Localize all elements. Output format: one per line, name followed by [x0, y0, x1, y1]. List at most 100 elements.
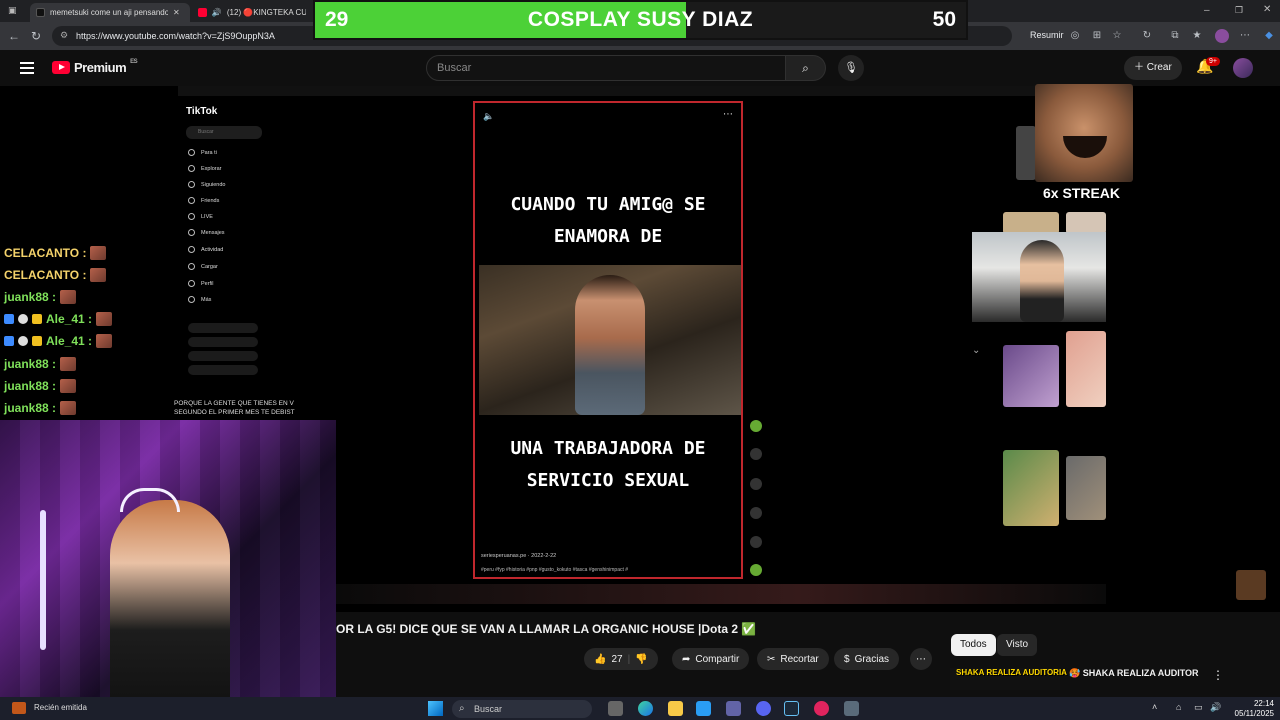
embedded-browser-strip — [178, 86, 1038, 96]
profile-icon[interactable] — [1215, 29, 1229, 43]
back-icon[interactable]: ← — [6, 28, 22, 44]
sub-badge-icon — [18, 314, 28, 324]
thanks-button[interactable]: $ Gracias — [834, 648, 900, 670]
thumbnail — [1066, 456, 1106, 520]
prime-badge-icon — [4, 336, 14, 346]
windows-start-icon[interactable] — [428, 701, 443, 716]
maximize-icon[interactable]: ❐ — [1235, 5, 1243, 16]
edge-icon[interactable] — [638, 701, 653, 716]
home-icon — [188, 149, 195, 156]
tab-list-icon[interactable]: ▣ — [8, 5, 17, 16]
translate-icon[interactable]: ◎ — [1068, 29, 1082, 43]
copilot-icon[interactable]: ◆ — [1262, 29, 1276, 43]
video-caption: seriesperuanas.pe · 2022-2-22 — [481, 553, 557, 559]
menu-icon[interactable] — [20, 62, 34, 77]
favorites-icon[interactable]: ★ — [1190, 29, 1204, 43]
upload-icon — [188, 263, 195, 270]
chip-watched[interactable]: Visto — [997, 634, 1038, 656]
wifi-icon[interactable]: ▭ — [1194, 702, 1203, 713]
video-title: OR LA G5! DICE QUE SE VAN A LLAMAR LA OR… — [336, 622, 757, 636]
thumbnail — [1003, 345, 1059, 407]
youtube-logo[interactable]: Premium ES — [52, 59, 138, 75]
system-clock[interactable]: 22:14 05/11/2025 — [1235, 699, 1274, 719]
meme-bottom-text: UNA TRABAJADORA DE SERVICIO SEXUAL — [510, 438, 706, 491]
bookmark-star-icon[interactable]: ☆ — [1110, 29, 1124, 43]
recommended-title[interactable]: 🥵 SHAKA REALIZA AUDITORIA "IDEAS PARA — [1069, 668, 1199, 679]
youtube-header: Premium ES Buscar ⌕ 🎙 ＋ Crear 🔔 9+ — [0, 50, 1280, 86]
video-hashtags: #peru #fyp #historia #pnp #gusto_kokuto … — [481, 567, 629, 573]
discord-icon[interactable] — [756, 701, 771, 716]
network-icon[interactable]: ⌂ — [1176, 702, 1181, 712]
settings-icon[interactable] — [844, 701, 859, 716]
chat-username: Ale_41 : — [46, 334, 93, 348]
emote-icon — [60, 290, 77, 304]
chat-message: CELACANTO : — [4, 246, 107, 260]
site-info-icon[interactable]: ⚙ — [60, 30, 68, 41]
task-view-icon[interactable] — [608, 701, 623, 716]
plus-icon: ＋ — [1134, 62, 1144, 73]
like-button[interactable]: 👍 27 | 👎 — [584, 648, 658, 670]
chat-username: Ale_41 : — [46, 312, 93, 326]
more-actions-button[interactable]: ⋯ — [910, 648, 932, 670]
steam-icon[interactable] — [784, 701, 799, 716]
thanks-label: Gracias — [854, 653, 890, 665]
taskbar-search[interactable]: ⌕ Buscar — [452, 700, 592, 718]
close-window-icon[interactable]: ✕ — [1263, 4, 1271, 15]
emote-icon — [60, 357, 77, 371]
more-menu-icon[interactable]: ⋯ — [1238, 29, 1252, 43]
notification-text: Recién emitida — [34, 703, 87, 712]
file-explorer-icon[interactable] — [668, 701, 683, 716]
man-figure — [575, 275, 645, 415]
heart-icon — [750, 448, 762, 460]
tiktok-menu-item: LIVE — [188, 213, 213, 220]
thumbs-down-icon[interactable]: 👎 — [635, 654, 647, 665]
account-avatar[interactable] — [1233, 58, 1253, 78]
activity-icon — [188, 246, 195, 253]
youtube-favicon-icon — [198, 8, 207, 17]
close-tab-icon[interactable]: ✕ — [173, 8, 180, 17]
teams-icon[interactable] — [726, 701, 741, 716]
thumbs-up-icon: 👍 — [594, 653, 607, 665]
extension-icon[interactable]: ⊞ — [1090, 29, 1104, 43]
summarize-button[interactable]: Resumir — [1030, 30, 1064, 40]
tiktok-menu-item: Más — [188, 296, 211, 303]
tiktok-search-field: Buscar — [186, 126, 262, 139]
tiktok-logo: TikTok — [186, 106, 218, 117]
tiktok-menu-item: Mensajes — [188, 229, 225, 236]
puzzle-icon[interactable]: ⧉ — [1168, 29, 1182, 43]
following-icon — [188, 181, 195, 188]
chip-all[interactable]: Todos — [951, 634, 996, 656]
store-icon[interactable] — [696, 701, 711, 716]
tiktok-menu-item: Siguiendo — [188, 181, 225, 188]
audio-icon[interactable]: 🔊 — [212, 8, 222, 17]
rec-more-icon[interactable]: ⋮ — [1212, 668, 1224, 682]
search-icon: ⌕ — [459, 703, 465, 714]
thumbnail — [1003, 450, 1059, 526]
emote-icon — [90, 268, 107, 282]
search-button[interactable]: ⌕ — [786, 55, 826, 81]
tab-label: (12) 🔴KINGTEKA CUEN — [226, 8, 306, 17]
share-button[interactable]: ➦ Compartir — [672, 648, 750, 670]
tab-memetsuki[interactable]: memetsuki come un aji pensando ✕ — [30, 3, 190, 22]
app-icon[interactable] — [814, 701, 829, 716]
refresh-extension-icon[interactable]: ↻ — [1140, 29, 1154, 43]
mic-icon: 🎙 — [844, 62, 858, 74]
tray-chevron-icon[interactable]: ˄ — [1152, 702, 1157, 712]
clip-label: Recortar — [780, 653, 819, 665]
reload-icon[interactable]: ↻ — [28, 28, 44, 44]
minimize-icon[interactable]: – — [1204, 5, 1210, 16]
clip-button[interactable]: ✂ Recortar — [757, 648, 829, 670]
volume-icon[interactable]: 🔊 — [1210, 702, 1221, 713]
stream-notification-icon[interactable] — [12, 702, 26, 714]
recommended-thumbnail[interactable]: SHAKA REALIZA AUDITORIA — [950, 668, 1067, 690]
more-icon — [188, 296, 195, 303]
chat-message: juank88 : — [4, 357, 77, 371]
search-input[interactable]: Buscar — [426, 55, 786, 81]
guest-webcam — [972, 232, 1106, 322]
tiktok-menu-item: Cargar — [188, 263, 218, 270]
voice-search-button[interactable]: 🎙 — [838, 55, 864, 81]
embedded-footer — [336, 584, 1106, 604]
create-button[interactable]: ＋ Crear — [1124, 56, 1182, 80]
share-icon — [750, 536, 762, 548]
tab-kingteka[interactable]: 🔊 (12) 🔴KINGTEKA CUEN — [192, 3, 312, 22]
